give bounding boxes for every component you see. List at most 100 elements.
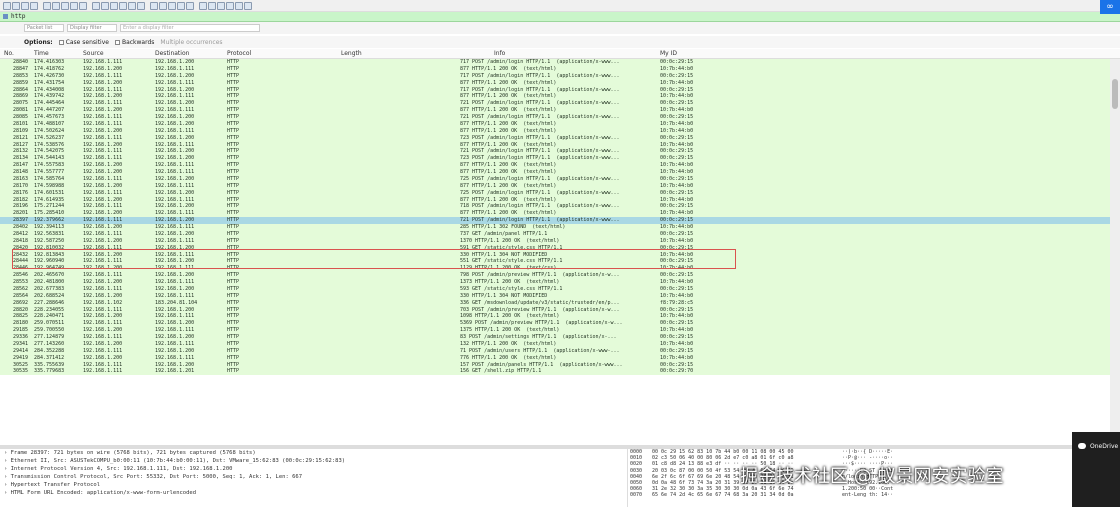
table-row[interactable]: 28446 192.964749 192.168.1.200 192.168.1.11… <box>0 265 1120 273</box>
table-row[interactable]: 28418 192.587250 192.168.1.200 192.168.1.11… <box>0 237 1120 245</box>
table-row[interactable]: 28085 174.457673 192.168.1.111 192.168.1.20… <box>0 114 1120 121</box>
col-time[interactable]: Time <box>34 50 49 57</box>
table-row[interactable]: 29185 259.700550 192.168.1.200 192.168.1.11… <box>0 327 1120 334</box>
table-row[interactable]: 28692 227.288646 192.168.1.102 183.204.81.1… <box>0 299 1120 307</box>
table-row[interactable]: 28109 174.502624 192.168.1.200 192.168.1.11… <box>0 127 1120 135</box>
toolbar-button-icon[interactable] <box>30 1 38 10</box>
table-row[interactable]: 28564 202.688524 192.168.1.200 192.168.1.11… <box>0 292 1120 300</box>
chevron-right-icon[interactable]: › <box>4 482 11 488</box>
detail-tree-item[interactable]: › Frame 28397: 721 bytes on wire (5768 b… <box>0 449 627 457</box>
toolbar-button-icon[interactable] <box>70 1 78 10</box>
table-row[interactable]: 28412 192.563831 192.168.1.111 192.168.1.20… <box>0 230 1120 238</box>
table-row[interactable]: 28546 202.465670 192.168.1.111 192.168.1.20… <box>0 272 1120 279</box>
toolbar-button-icon[interactable] <box>43 1 51 10</box>
table-row[interactable]: 28176 174.601531 192.168.1.111 192.168.1.20… <box>0 189 1120 197</box>
chevron-right-icon[interactable]: › <box>4 466 11 472</box>
toolbar-button-icon[interactable] <box>21 1 29 10</box>
table-row[interactable]: 28147 174.557583 192.168.1.200 192.168.1.11… <box>0 162 1120 169</box>
table-row[interactable]: 28402 192.394113 192.168.1.200 192.168.1.11… <box>0 224 1120 231</box>
table-row[interactable]: 28134 174.544143 192.168.1.111 192.168.1.20… <box>0 155 1120 163</box>
search-input[interactable]: Enter a display filter <box>120 24 260 32</box>
scroll-thumb[interactable] <box>1112 79 1118 109</box>
chevron-right-icon[interactable]: › <box>4 450 11 456</box>
toolbar-button-icon[interactable] <box>128 1 136 10</box>
detail-tree-item[interactable]: › Ethernet II, Src: ASUSTekCOMPU_b0:00:1… <box>0 457 627 465</box>
case-sensitive-checkbox[interactable]: Case sensitive <box>58 39 109 46</box>
toolbar-button-icon[interactable] <box>119 1 127 10</box>
packet-list-scrollbar[interactable] <box>1110 59 1120 445</box>
add-filter-button[interactable]: ∞ <box>1100 0 1120 14</box>
toolbar-button-icon[interactable] <box>177 1 185 10</box>
detail-tree-item[interactable]: › Internet Protocol Version 4, Src: 192.… <box>0 465 627 473</box>
col-my-id[interactable]: My ID <box>660 50 677 57</box>
search-scope-dropdown[interactable]: Packet list <box>24 24 64 32</box>
toolbar-button-icon[interactable] <box>88 2 91 10</box>
col-source[interactable]: Source <box>83 50 104 57</box>
table-row[interactable]: 28864 174.434008 192.168.1.111 192.168.1.20… <box>0 86 1120 94</box>
backwards-checkbox[interactable]: Backwards <box>114 39 154 46</box>
table-row[interactable]: 28420 192.810032 192.168.1.111 192.168.1.20… <box>0 244 1120 252</box>
table-row[interactable]: 28847 174.418762 192.168.1.200 192.168.1.11… <box>0 65 1120 73</box>
toolbar-button-icon[interactable] <box>199 1 207 10</box>
toolbar-button-icon[interactable] <box>244 1 252 10</box>
toolbar-button-icon[interactable] <box>12 1 20 10</box>
detail-tree-item[interactable]: › HTML Form URL Encoded: application/x-w… <box>0 489 627 497</box>
table-row[interactable]: 29414 284.352288 192.168.1.111 192.168.1.20… <box>0 347 1120 355</box>
toolbar-button-icon[interactable] <box>226 1 234 10</box>
toolbar-button-icon[interactable] <box>61 1 69 10</box>
table-row[interactable]: 28840 174.416303 192.168.1.111 192.168.1.20… <box>0 59 1120 66</box>
bookmark-icon[interactable] <box>3 14 8 19</box>
toolbar-button-icon[interactable] <box>79 1 87 10</box>
table-row[interactable]: 28859 174.431754 192.168.1.200 192.168.1.11… <box>0 79 1120 87</box>
detail-tree-item[interactable]: › Transmission Control Protocol, Src Por… <box>0 473 627 481</box>
table-row[interactable]: 28196 175.271244 192.168.1.111 192.168.1.20… <box>0 203 1120 211</box>
table-row[interactable]: 28132 174.542075 192.168.1.111 192.168.1.20… <box>0 148 1120 156</box>
table-row[interactable]: 28444 192.960940 192.168.1.111 192.168.1.20… <box>0 258 1120 266</box>
table-row[interactable]: 30525 335.755639 192.168.1.111 192.168.1.20… <box>0 361 1120 369</box>
table-row[interactable]: 28820 228.234055 192.168.1.111 192.168.1.20… <box>0 306 1120 314</box>
chevron-right-icon[interactable]: › <box>4 490 11 496</box>
toolbar-button-icon[interactable] <box>208 1 216 10</box>
detail-tree-item[interactable]: › Hypertext Transfer Protocol <box>0 481 627 489</box>
table-row[interactable]: 28432 192.813843 192.168.1.200 192.168.1.11… <box>0 251 1120 259</box>
table-row[interactable]: 28148 174.557777 192.168.1.200 192.168.1.11… <box>0 169 1120 176</box>
table-row[interactable]: 28081 174.447207 192.168.1.200 192.168.1.11… <box>0 107 1120 114</box>
table-row[interactable]: 28562 202.677383 192.168.1.111 192.168.1.20… <box>0 285 1120 293</box>
toolbar-button-icon[interactable] <box>137 1 145 10</box>
toolbar-button-icon[interactable] <box>217 1 225 10</box>
toolbar-button-icon[interactable] <box>159 1 167 10</box>
toolbar-button-icon[interactable] <box>168 1 176 10</box>
toolbar-button-icon[interactable] <box>146 2 149 10</box>
col-destination[interactable]: Destination <box>155 50 189 57</box>
toolbar-button-icon[interactable] <box>3 1 11 10</box>
table-row[interactable]: 29419 284.371412 192.168.1.200 192.168.1.11… <box>0 354 1120 362</box>
toolbar-button-icon[interactable] <box>195 2 198 10</box>
col-protocol[interactable]: Protocol <box>227 50 251 57</box>
toolbar-button-icon[interactable] <box>39 2 42 10</box>
table-row[interactable]: 29341 277.143260 192.168.1.200 192.168.1.11… <box>0 340 1120 348</box>
table-row[interactable]: 28075 174.445464 192.168.1.111 192.168.1.20… <box>0 100 1120 108</box>
table-row[interactable]: 28853 174.426730 192.168.1.111 192.168.1.20… <box>0 72 1120 80</box>
table-row[interactable]: 29336 277.124879 192.168.1.111 192.168.1.20… <box>0 334 1120 341</box>
toolbar-button-icon[interactable] <box>52 1 60 10</box>
search-type-dropdown[interactable]: Display filter <box>67 24 117 32</box>
toolbar-button-icon[interactable] <box>101 1 109 10</box>
table-row[interactable]: 28201 175.285410 192.168.1.200 192.168.1.11… <box>0 210 1120 218</box>
col-info[interactable]: Info <box>494 50 505 57</box>
table-row[interactable]: 28553 202.481800 192.168.1.200 192.168.1.11… <box>0 279 1120 286</box>
multiple-occurrences-checkbox[interactable]: Multiple occurrences <box>160 39 222 46</box>
col-length[interactable]: Length <box>341 50 362 57</box>
table-row[interactable]: 28101 174.488107 192.168.1.111 192.168.1.20… <box>0 120 1120 128</box>
table-row[interactable]: 28180 259.070511 192.168.1.111 192.168.1.20… <box>0 320 1120 328</box>
chevron-right-icon[interactable]: › <box>4 474 11 480</box>
toolbar-button-icon[interactable] <box>150 1 158 10</box>
table-row[interactable]: 30535 335.779683 192.168.1.111 192.168.1.20… <box>0 368 1120 376</box>
table-row[interactable]: 28170 174.598988 192.168.1.200 192.168.1.11… <box>0 182 1120 190</box>
table-row[interactable]: 28397 192.379662 192.168.1.111 192.168.1.20… <box>0 217 1120 224</box>
toolbar-button-icon[interactable] <box>186 1 194 10</box>
onedrive-notification[interactable]: OneDrive <box>1072 432 1120 507</box>
chevron-right-icon[interactable]: › <box>4 458 11 464</box>
table-row[interactable]: 28825 228.240471 192.168.1.200 192.168.1.11… <box>0 313 1120 321</box>
table-row[interactable]: 28163 174.585764 192.168.1.111 192.168.1.20… <box>0 175 1120 183</box>
col-no[interactable]: No. <box>4 50 14 57</box>
